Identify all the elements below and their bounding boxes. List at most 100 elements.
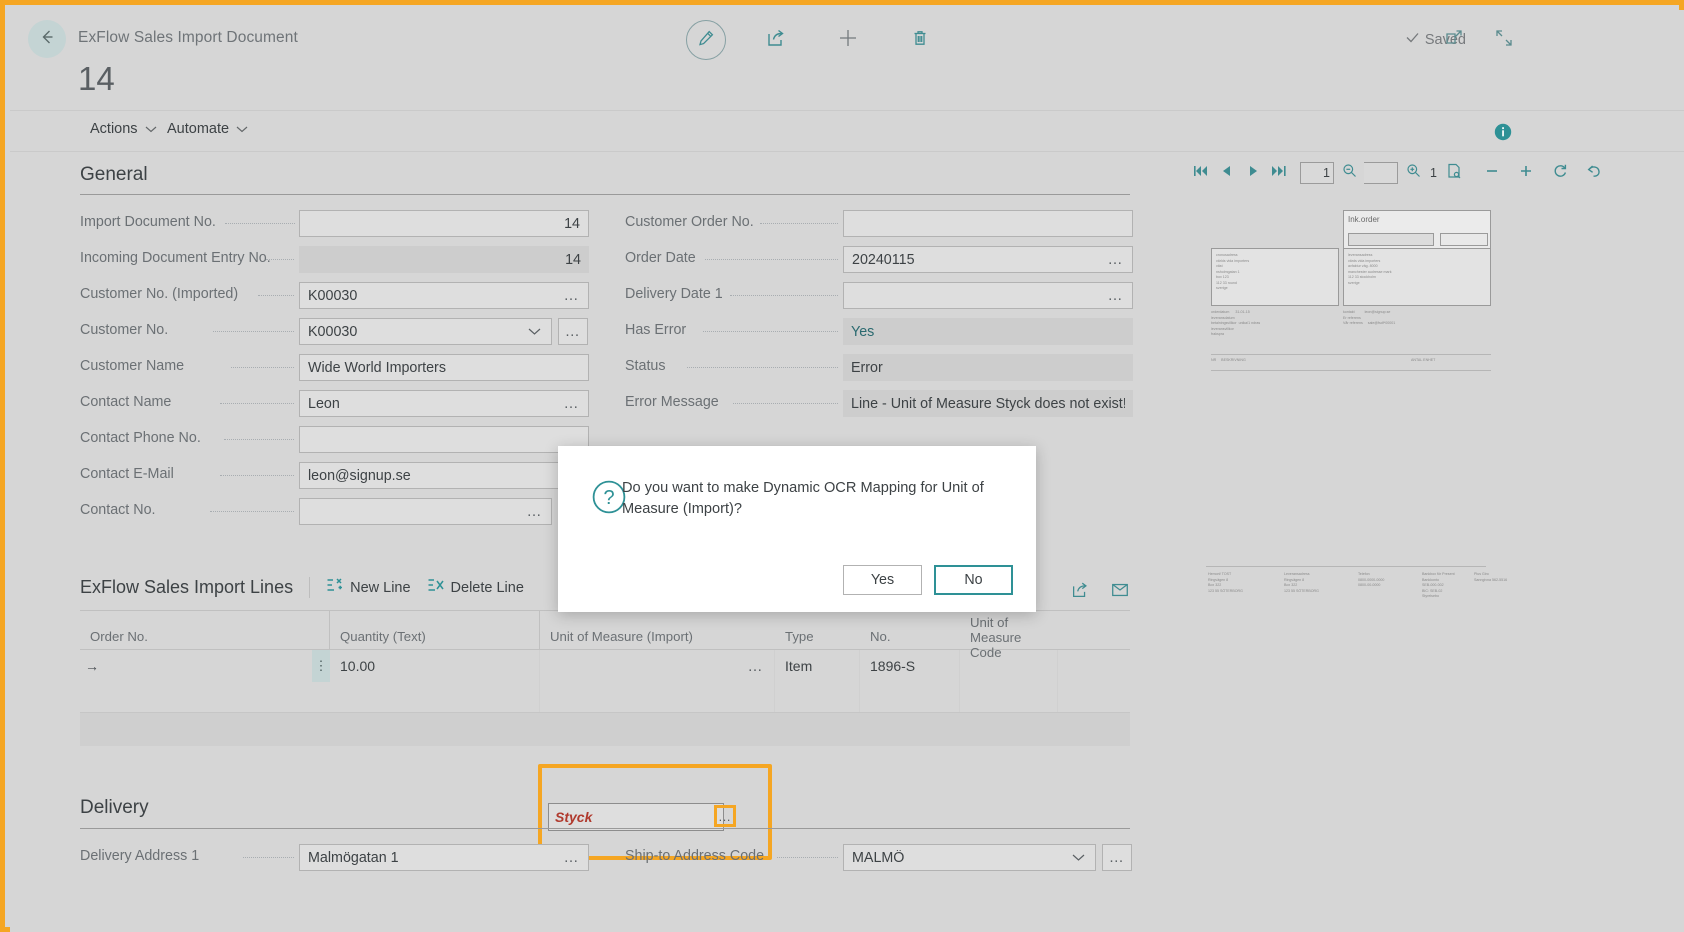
document-preview-image-lower[interactable]: Hemort/ TOST Ringvägen 8 Box 322 123 55 … (1206, 566, 1496, 646)
edit-button[interactable] (686, 20, 726, 60)
actions-menu[interactable]: Actions (90, 121, 157, 137)
chevron-down-icon[interactable] (528, 324, 543, 340)
share-button[interactable] (754, 18, 798, 62)
automate-menu[interactable]: Automate (167, 121, 248, 137)
leader-dots (225, 223, 295, 224)
leader-dots (231, 367, 294, 368)
column-header-no[interactable]: No. (860, 611, 960, 649)
open-in-excel-button[interactable] (1110, 580, 1130, 605)
cell-empty[interactable] (104, 682, 330, 712)
row-menu-button[interactable]: ⋮ (312, 650, 330, 682)
contact-no-input[interactable]: … (299, 498, 552, 525)
customer-no-imported-input[interactable]: K00030 … (299, 282, 589, 309)
field-value: MALMÖ (852, 850, 1072, 866)
fit-page-button[interactable] (1443, 160, 1465, 186)
assist-edit-icon[interactable]: … (521, 503, 544, 520)
document-preview-image[interactable]: cronus∷ Ink.order cronusadress världs vi… (1206, 206, 1496, 386)
zoom-level-input[interactable] (1364, 162, 1398, 184)
assist-edit-icon[interactable]: … (742, 658, 765, 675)
has-error-value: Yes (843, 318, 1133, 345)
page-number-input[interactable]: 1 (1300, 162, 1334, 184)
customer-no-input[interactable]: K00030 (299, 318, 552, 345)
document-preview-toolbar: 1 1 (1190, 160, 1605, 186)
ship-to-address-code-lookup-button[interactable]: … (1102, 844, 1132, 871)
previous-page-button[interactable] (1216, 160, 1238, 186)
assist-edit-icon[interactable]: … (558, 849, 581, 866)
cell-unit-of-measure-code[interactable] (960, 650, 1058, 682)
contact-phone-no-input[interactable] (299, 426, 589, 453)
dialog-no-button[interactable]: No (934, 565, 1013, 595)
zoom-out-button[interactable] (1338, 160, 1360, 186)
cell-type[interactable]: Item (775, 650, 860, 682)
cell-empty[interactable] (1058, 682, 1130, 712)
unit-of-measure-assist-button[interactable]: … (714, 805, 736, 827)
back-button[interactable] (28, 20, 66, 58)
zoom-minus-button[interactable] (1481, 160, 1503, 186)
contact-name-input[interactable]: Leon … (299, 390, 589, 417)
doc-footer-col-1: Hemort/ TOST Ringvägen 8 Box 322 123 55 … (1208, 572, 1243, 594)
delete-button[interactable] (898, 18, 942, 62)
order-date-input[interactable]: 20240115 … (843, 246, 1133, 273)
info-button[interactable] (1494, 123, 1512, 146)
delivery-address-1-input[interactable]: Malmögatan 1 … (299, 844, 589, 871)
doc-table-header-left: NR BESKRIVNING (1211, 358, 1246, 364)
column-header-extra[interactable] (1058, 611, 1130, 649)
new-button[interactable] (826, 18, 870, 62)
unit-of-measure-import-cell-editor[interactable]: Styck (548, 803, 724, 831)
column-header-unit-of-measure-import[interactable]: Unit of Measure (Import) (540, 611, 775, 649)
lines-share-button[interactable] (1070, 580, 1090, 605)
open-in-new-window-button[interactable] (1442, 28, 1466, 52)
cell-empty[interactable] (960, 682, 1058, 712)
column-header-quantity-text[interactable]: Quantity (Text) (330, 611, 540, 649)
field-value: K00030 (308, 288, 558, 304)
table-row-empty[interactable] (80, 682, 1130, 712)
assist-edit-icon[interactable]: … (1102, 287, 1125, 304)
assist-edit-icon[interactable]: … (558, 287, 581, 304)
assist-edit-icon[interactable]: … (1102, 251, 1125, 268)
delete-line-button[interactable]: Delete Line (427, 577, 524, 598)
dialog-message: Do you want to make Dynamic OCR Mapping … (622, 478, 1022, 519)
column-header-unit-of-measure-code[interactable]: Unit of Measure Code (960, 611, 1058, 649)
cell-empty[interactable] (540, 682, 775, 712)
cell-extra[interactable] (1058, 650, 1130, 682)
collapse-button[interactable] (1492, 28, 1516, 52)
zoom-in-button[interactable] (1402, 160, 1424, 186)
cell-empty[interactable] (330, 682, 540, 712)
table-row[interactable]: → ⋮ 10.00 … Item 1896-S (80, 650, 1130, 682)
customer-no-lookup-button[interactable]: … (558, 318, 588, 345)
doc-footer-col-4: Bankbox för Present Bankkonto SEB-000-00… (1422, 572, 1455, 600)
next-page-button[interactable] (1242, 160, 1264, 186)
contact-email-input[interactable]: leon@signup.se (299, 462, 589, 489)
field-label: Customer Name (80, 358, 184, 374)
cell-empty[interactable] (775, 682, 860, 712)
field-customer-order-no: Customer Order No. (625, 210, 1135, 237)
customer-name-input[interactable]: Wide World Importers (299, 354, 589, 381)
chevron-down-icon[interactable] (1072, 850, 1087, 866)
assist-edit-icon[interactable]: … (558, 395, 581, 412)
column-header-type[interactable]: Type (775, 611, 860, 649)
skip-last-icon (1271, 164, 1287, 183)
automate-label: Automate (167, 121, 229, 137)
new-line-button[interactable]: New Line (326, 577, 410, 598)
column-header-order-no[interactable]: Order No. (80, 611, 330, 649)
cell-quantity-text[interactable]: 10.00 (330, 650, 540, 682)
cell-order-no[interactable] (104, 650, 312, 682)
import-document-no-input[interactable]: 14 (299, 210, 589, 237)
undo-button[interactable] (1583, 160, 1605, 186)
field-customer-no-imported: Customer No. (Imported) K00030 … (80, 282, 590, 309)
refresh-button[interactable] (1549, 160, 1571, 186)
delivery-date-1-input[interactable]: … (843, 282, 1133, 309)
new-line-label: New Line (350, 580, 410, 596)
ship-to-address-code-input[interactable]: MALMÖ (843, 844, 1096, 871)
last-page-button[interactable] (1268, 160, 1290, 186)
zoom-plus-button[interactable] (1515, 160, 1537, 186)
dialog-yes-button[interactable]: Yes (843, 565, 922, 595)
first-page-button[interactable] (1190, 160, 1212, 186)
fit-page-icon (1446, 163, 1462, 184)
cell-empty[interactable] (860, 682, 960, 712)
customer-order-no-input[interactable] (843, 210, 1133, 237)
screenshot-frame: ExFlow Sales Import Document 14 (0, 0, 1684, 932)
cell-no[interactable]: 1896-S (860, 650, 960, 682)
field-label: Import Document No. (80, 214, 216, 230)
cell-unit-of-measure-import[interactable]: … (540, 650, 775, 682)
